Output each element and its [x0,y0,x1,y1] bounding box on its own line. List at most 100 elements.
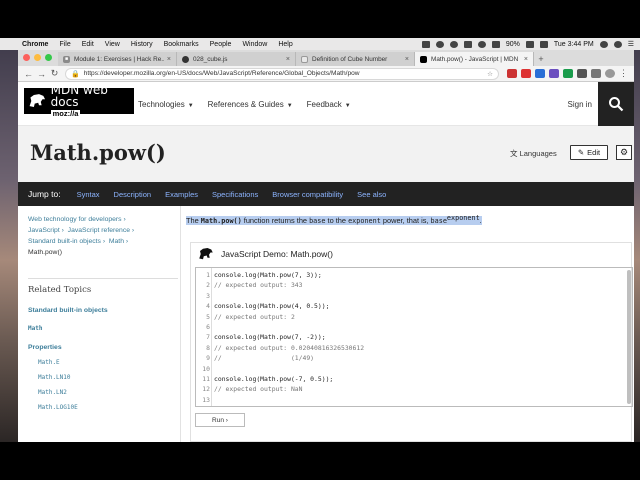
menu-window[interactable]: Window [242,41,267,48]
code-line[interactable]: console.log(Math.pow(7, -2)); [214,332,364,342]
code-line[interactable]: // expected output: 0.02040816326530612 [214,343,364,353]
code-line[interactable]: // expected output: 343 [214,280,364,290]
minimize-window-icon[interactable] [34,54,41,61]
code-line[interactable]: // expected output: NaN [214,384,364,394]
menu-bookmarks[interactable]: Bookmarks [164,41,199,48]
line-number: 7 [206,333,210,342]
menu-history[interactable]: History [131,41,153,48]
profile-avatar-icon[interactable] [605,69,615,78]
breadcrumb-web-tech[interactable]: Web technology for developers › [28,214,178,225]
edit-button[interactable]: ✎ Edit [570,145,608,160]
code-line[interactable] [214,395,364,405]
sidebar-prop-log10e[interactable]: Math.LOG10E [38,404,178,411]
jump-description[interactable]: Description [114,190,152,199]
reload-icon[interactable]: ↻ [48,68,61,79]
menu-help[interactable]: Help [278,41,292,48]
languages-button[interactable]: 文 Languages [510,148,557,159]
dropbox-icon[interactable] [435,40,444,48]
user-icon[interactable] [599,40,608,48]
extension-icon[interactable] [563,69,573,78]
jump-examples[interactable]: Examples [165,190,198,199]
code-lines[interactable]: console.log(Math.pow(7, 3));// expected … [214,270,364,405]
sidebar-prop-ln2[interactable]: Math.LN2 [38,389,178,396]
code-line[interactable]: console.log(Math.pow(7, 3)); [214,270,364,280]
sign-in-link[interactable]: Sign in [568,82,592,126]
code-line[interactable]: // (1/49) [214,353,364,363]
mdn-logo[interactable]: MDN web docs moz://a [24,84,134,118]
search-button[interactable] [598,82,634,126]
jump-syntax[interactable]: Syntax [77,190,100,199]
back-icon[interactable]: ← [22,69,35,79]
code-line[interactable] [214,364,364,374]
code-line[interactable]: // expected output: 2 [214,312,364,322]
code-line[interactable]: console.log(Math.pow(4, 0.5)); [214,301,364,311]
new-tab-button[interactable]: + [534,52,548,66]
line-number: 11 [202,374,210,383]
wifi-icon[interactable] [477,40,486,48]
battery-icon[interactable] [525,40,534,48]
code-editor[interactable]: 1 2 3 4 5 6 7 8 9 10 11 12 13 console.log(Math.pow(7… [195,267,633,407]
volume-icon[interactable] [491,40,500,48]
jump-see-also[interactable]: See also [357,190,386,199]
breadcrumb-builtins[interactable]: Standard built-in objects › Math › [28,236,178,247]
extension-icon[interactable] [591,69,601,78]
camera-icon[interactable] [421,40,430,48]
sidebar-prop-e[interactable]: Math.E [38,359,178,366]
sidebar-properties[interactable]: Properties [28,344,178,351]
close-tab-icon[interactable]: × [286,56,290,63]
editor-scrollbar[interactable] [627,270,631,404]
lock-icon[interactable]: 🔒 [71,70,80,78]
flag-icon[interactable] [539,40,548,48]
notification-center-icon[interactable]: ☰ [628,40,634,48]
gutter-divider [211,268,212,406]
breadcrumb-javascript[interactable]: JavaScript › JavaScript reference › [28,225,178,236]
menu-app-chrome[interactable]: Chrome [22,41,48,48]
tab-cube-number[interactable]: Definition of Cube Number × [296,52,415,66]
extension-icon[interactable] [507,69,517,78]
time-machine-icon[interactable] [449,40,458,48]
extension-icon[interactable] [549,69,559,78]
nav-technologies[interactable]: Technologies ▼ [138,100,194,109]
sidebar-prop-ln10[interactable]: Math.LN10 [38,374,178,381]
tab-math-pow[interactable]: Math.pow() - JavaScript | MDN × [415,52,534,66]
run-button[interactable]: Run › [195,413,245,427]
sidebar-std-objects[interactable]: Standard built-in objects [28,307,178,314]
mac-menubar: Chrome File Edit View History Bookmarks … [0,38,640,50]
battery-percent[interactable]: 90% [506,41,520,48]
caret-down-icon: ▼ [187,102,194,109]
sidebar-math[interactable]: Math [28,325,178,332]
code-line[interactable] [214,291,364,301]
menu-view[interactable]: View [105,41,120,48]
line-number: 4 [206,302,210,311]
extension-icon[interactable] [521,69,531,78]
close-window-icon[interactable] [23,54,30,61]
menu-file[interactable]: File [59,41,70,48]
menu-people[interactable]: People [210,41,232,48]
code-line[interactable] [214,322,364,332]
code-line[interactable]: console.log(Math.pow(-7, 0.5)); [214,374,364,384]
jump-specifications[interactable]: Specifications [212,190,258,199]
spotlight-icon[interactable] [613,40,622,48]
chrome-menu-icon[interactable]: ⋮ [617,68,630,79]
close-tab-icon[interactable]: × [167,56,171,63]
close-tab-icon[interactable]: × [524,56,528,63]
bluetooth-icon[interactable] [463,40,472,48]
url-text[interactable]: https://developer.mozilla.org/en-US/docs… [84,70,360,77]
menubar-clock[interactable]: Tue 3:44 PM [554,41,594,48]
settings-button[interactable]: ⚙ [616,145,632,160]
nav-references-guides[interactable]: References & Guides ▼ [208,100,293,109]
close-tab-icon[interactable]: × [405,56,409,63]
tab-hackreactor[interactable]: ■ Module 1: Exercises | Hack Re... × [58,52,177,66]
jump-browser-compat[interactable]: Browser compatibility [272,190,343,199]
chrome-window: ■ Module 1: Exercises | Hack Re... × 028… [18,50,634,442]
tab-cube-js[interactable]: 028_cube.js × [177,52,296,66]
maximize-window-icon[interactable] [45,54,52,61]
address-bar[interactable]: 🔒 https://developer.mozilla.org/en-US/do… [65,67,499,80]
menu-edit[interactable]: Edit [82,41,94,48]
bookmark-star-icon[interactable]: ☆ [487,70,493,78]
hackreactor-icon: ■ [63,55,70,63]
nav-feedback[interactable]: Feedback ▼ [307,100,351,109]
extension-icon[interactable] [577,69,587,78]
extension-icon[interactable] [535,69,545,78]
forward-icon[interactable]: → [35,69,48,79]
